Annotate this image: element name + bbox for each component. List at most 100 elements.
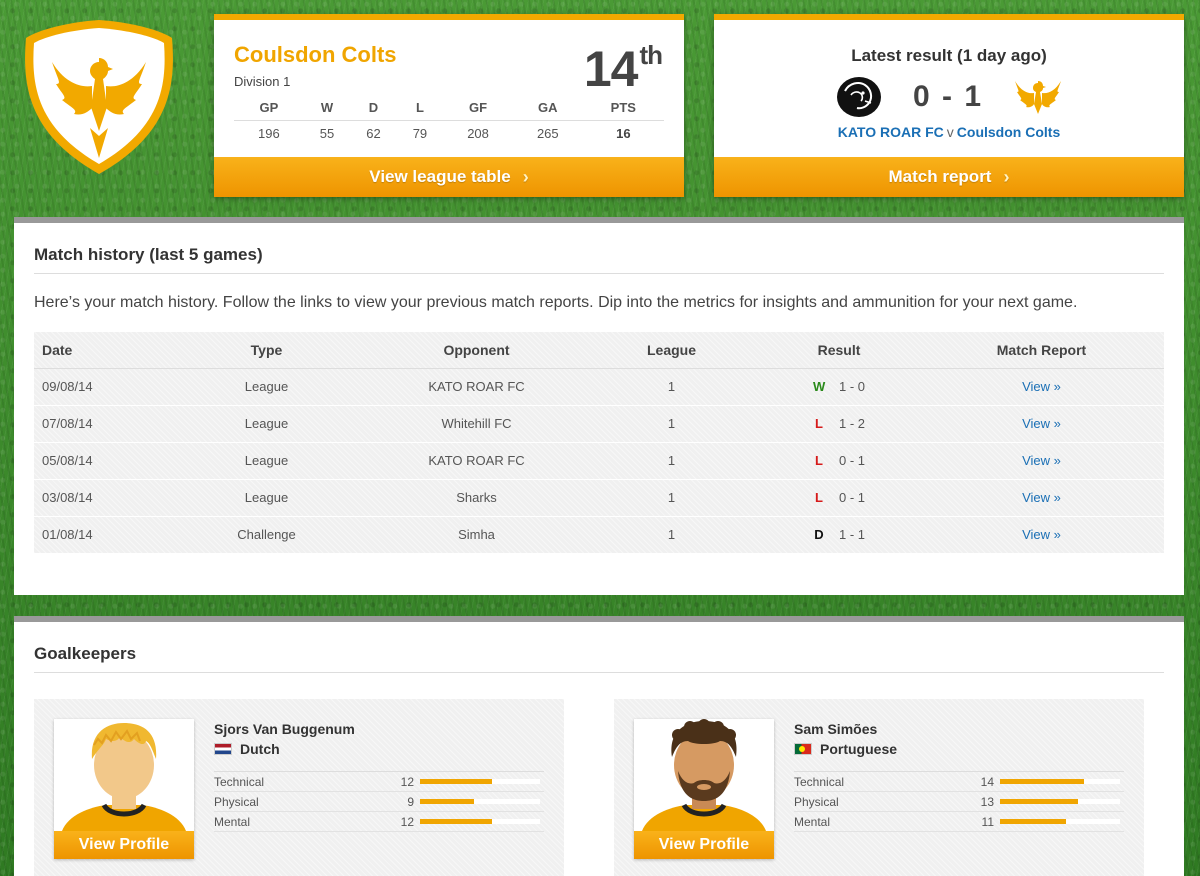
stat-header: GA [512, 98, 583, 121]
stat-header: D [350, 98, 397, 121]
score-row: 0 - 1 [714, 72, 1184, 122]
column-header-league: League [584, 332, 759, 369]
attribute-row: Mental 12 [214, 812, 544, 832]
result-score: 1 - 1 [838, 527, 865, 542]
match-date: 07/08/14 [34, 405, 164, 443]
attribute-bar [1000, 819, 1120, 824]
result-letter: L [815, 453, 823, 468]
attribute-value: 9 [407, 794, 414, 809]
attribute-value: 12 [400, 814, 414, 829]
match-opponent: Simha [369, 516, 584, 554]
attribute-bar [420, 819, 540, 824]
stat-value: 196 [258, 126, 280, 141]
match-history-intro: Here’s your match history. Follow the li… [34, 294, 1078, 311]
attribute-label: Mental [794, 814, 831, 829]
view-match-report-link[interactable]: View » [1022, 379, 1061, 394]
table-row: 07/08/14 League Whitehill FC 1 L 1 - 2 Vi… [34, 405, 1164, 443]
column-header-opponent: Opponent [369, 332, 584, 369]
match-league: 1 [584, 479, 759, 517]
match-history-table: Date Type Opponent League Result Match R… [34, 332, 1164, 554]
match-opponent: KATO ROAR FC [369, 368, 584, 406]
stat-value: 79 [412, 126, 428, 141]
league-position-card: Coulsdon Colts Division 1 14th GP W D L … [214, 14, 684, 197]
player-portrait: View Profile [54, 719, 194, 859]
away-team-link[interactable]: Coulsdon Colts [957, 124, 1060, 140]
result-letter: D [814, 527, 824, 542]
goalkeepers-title: Goalkeepers [34, 622, 1164, 673]
attribute-label: Mental [214, 814, 251, 829]
attribute-label: Technical [214, 774, 265, 789]
view-match-report-link[interactable]: View » [1022, 416, 1061, 431]
attribute-bar [1000, 799, 1120, 804]
attribute-bar [1000, 779, 1120, 784]
match-result: L 1 - 2 [759, 405, 919, 443]
chevron-right-icon: › [522, 166, 529, 187]
match-report-button[interactable]: Match report › [714, 157, 1184, 197]
attribute-value: 11 [981, 814, 994, 829]
attribute-row: Physical 13 [794, 792, 1124, 812]
match-date: 03/08/14 [34, 479, 164, 517]
match-opponent: Whitehill FC [369, 405, 584, 443]
column-header-date: Date [34, 332, 164, 369]
league-position: 14th [583, 40, 663, 97]
match-result: D 1 - 1 [759, 516, 919, 554]
match-type: Challenge [164, 516, 369, 554]
result-letter: L [815, 490, 823, 505]
result-letter: W [812, 379, 826, 394]
match-date: 01/08/14 [34, 516, 164, 554]
stat-value: 62 [366, 126, 381, 141]
column-header-result: Result [759, 332, 919, 369]
player-card: View Profile Sjors Van Buggenum Dutch Te… [34, 699, 564, 876]
table-row: 09/08/14 League KATO ROAR FC 1 W 1 - 0 Vi… [34, 368, 1164, 406]
latest-score: 0 - 1 [912, 80, 984, 113]
player-attributes: Technical 12 Physical 9 Mental 12 [214, 771, 544, 832]
view-match-report-link[interactable]: View » [1022, 490, 1061, 505]
player-attributes: Technical 14 Physical 13 Mental 11 [794, 771, 1124, 832]
attribute-label: Physical [794, 794, 839, 809]
view-profile-button[interactable]: View Profile [54, 831, 194, 859]
latest-result-title: Latest result (1 day ago) [851, 46, 1047, 65]
view-league-table-label: View league table [369, 167, 511, 186]
stat-header: PTS [582, 98, 664, 121]
table-row: 01/08/14 Challenge Simha 1 D 1 - 1 View » [34, 516, 1164, 554]
attribute-bar-fill [420, 819, 492, 824]
division-label: Division 1 [234, 74, 291, 89]
match-report-label: Match report [888, 167, 992, 186]
match-opponent: Sharks [369, 479, 584, 517]
match-league: 1 [584, 442, 759, 480]
attribute-row: Technical 12 [214, 772, 544, 792]
stat-value: 208 [467, 126, 489, 141]
player-card: View Profile Sam Simões Portuguese Techn… [614, 699, 1144, 876]
match-result: L 0 - 1 [759, 479, 919, 517]
result-score: 0 - 1 [838, 490, 865, 505]
stat-header: L [396, 98, 444, 121]
attribute-bar-fill [1000, 799, 1078, 804]
view-league-table-button[interactable]: View league table › [214, 157, 684, 197]
result-score: 1 - 0 [838, 379, 865, 394]
stat-header: GP [234, 98, 304, 121]
player-nationality: Dutch [214, 741, 280, 757]
stat-header: W [303, 98, 351, 121]
match-type: League [164, 405, 369, 443]
eagle-icon [1015, 81, 1062, 114]
view-match-report-link[interactable]: View » [1022, 527, 1061, 542]
player-portrait: View Profile [634, 719, 774, 859]
latest-result-card: Latest result (1 day ago) 0 - 1 KATO ROA… [714, 14, 1184, 197]
attribute-value: 14 [980, 774, 994, 789]
match-type: League [164, 442, 369, 480]
table-row: 05/08/14 League KATO ROAR FC 1 L 0 - 1 Vi… [34, 442, 1164, 480]
player-name[interactable]: Sam Simões [794, 721, 877, 737]
attribute-bar-fill [420, 799, 474, 804]
attribute-bar-fill [1000, 819, 1066, 824]
view-profile-button[interactable]: View Profile [634, 831, 774, 859]
match-date: 09/08/14 [34, 368, 164, 406]
attribute-label: Physical [214, 794, 259, 809]
attribute-value: 13 [980, 794, 994, 809]
match-league: 1 [584, 368, 759, 406]
player-name[interactable]: Sjors Van Buggenum [214, 721, 355, 737]
home-team-link[interactable]: KATO ROAR FC [838, 124, 944, 140]
team-name: Coulsdon Colts [234, 42, 397, 67]
view-match-report-link[interactable]: View » [1022, 453, 1061, 468]
column-header-type: Type [164, 332, 369, 369]
stat-header: GF [443, 98, 513, 121]
